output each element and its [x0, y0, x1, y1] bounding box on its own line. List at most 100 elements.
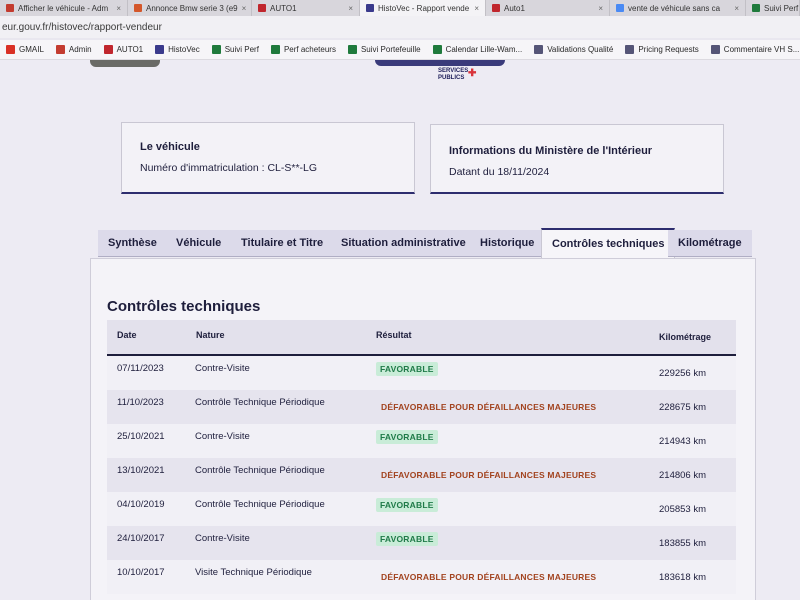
col-nature: Nature	[196, 330, 225, 340]
bookmark-icon	[211, 45, 221, 54]
bookmark-item[interactable]: Commentaire VH S...	[710, 45, 800, 54]
bookmark-item[interactable]: Validations Qualité	[534, 45, 613, 54]
favicon-icon	[258, 4, 266, 12]
favicon-icon	[134, 4, 142, 12]
address-bar[interactable]: eur.gouv.fr/histovec/rapport-vendeur	[0, 16, 800, 38]
registration-number: Numéro d'immatriculation : CL-S**-LG	[140, 162, 318, 174]
browser-tab-label: Annonce Bmw serie 3 (e9	[146, 3, 238, 13]
favicon-icon	[492, 4, 500, 12]
bookmark-item[interactable]: Admin	[55, 45, 92, 54]
bookmark-icon	[432, 45, 442, 54]
vehicle-card-title: Le véhicule	[140, 141, 200, 153]
browser-tab-label: Suivi Perf A	[764, 3, 799, 13]
bookmark-icon	[270, 45, 280, 54]
browser-tab-label: Afficher le véhicule - Adm	[18, 3, 109, 13]
browser-tab[interactable]: AUTO1 ×	[252, 0, 360, 16]
bookmark-label: AUTO1	[116, 45, 144, 54]
data-date: Datant du 18/11/2024	[449, 166, 550, 178]
browser-tab-label: vente de véhicule sans ca	[628, 3, 721, 13]
tab-titulaire-et-titre[interactable]: Titulaire et Titre	[231, 230, 334, 257]
browser-tab-label: HistoVec - Rapport vende	[378, 3, 470, 13]
status-badge: FAVORABLE	[376, 362, 438, 376]
close-icon[interactable]: ×	[116, 4, 121, 13]
browser-tab[interactable]: vente de véhicule sans ca ×	[610, 0, 746, 16]
cell-nature: Contrôle Technique Périodique	[195, 397, 325, 408]
cell-nature: Contrôle Technique Périodique	[195, 499, 325, 510]
bookmark-item[interactable]: Perf acheteurs	[270, 45, 336, 54]
bookmark-item[interactable]: HistoVec	[155, 45, 200, 54]
col-mileage: Kilométrage	[659, 332, 712, 342]
header-decoration	[90, 60, 160, 67]
cell-nature: Contre-Visite	[195, 533, 250, 544]
status-badge: DÉFAVORABLE POUR DÉFAILLANCES MAJEURES	[381, 470, 597, 480]
bookmark-icon	[55, 45, 65, 54]
browser-tab-bar: Afficher le véhicule - Adm × Annonce Bmw s…	[0, 0, 800, 16]
bookmark-label: GMAIL	[19, 45, 44, 54]
bookmark-icon	[6, 45, 15, 54]
status-badge: FAVORABLE	[376, 498, 438, 512]
col-date: Date	[117, 330, 137, 340]
bookmark-item[interactable]: GMAIL	[6, 45, 44, 54]
cell-date: 10/10/2017	[117, 567, 165, 578]
bookmark-item[interactable]: Calendar Lille-Wam...	[432, 45, 522, 54]
browser-tab-label: AUTO1	[270, 3, 297, 13]
bookmark-item[interactable]: AUTO1	[103, 45, 144, 54]
bookmark-icon	[103, 45, 113, 54]
browser-tab[interactable]: Annonce Bmw serie 3 (e9 ×	[128, 0, 252, 16]
bookmark-item[interactable]: Suivi Perf	[211, 45, 259, 54]
cell-mileage: 183855 km	[659, 538, 707, 549]
close-icon[interactable]: ×	[474, 4, 479, 13]
close-icon[interactable]: ×	[242, 4, 247, 13]
close-icon[interactable]: ×	[734, 4, 739, 13]
status-badge: DÉFAVORABLE POUR DÉFAILLANCES MAJEURES	[381, 572, 597, 582]
bookmark-label: HistoVec	[168, 45, 200, 54]
favicon-icon	[752, 4, 760, 12]
bookmark-label: Suivi Perf	[224, 45, 259, 54]
cell-mileage: 205853 km	[659, 504, 707, 515]
cell-mileage: 229256 km	[659, 368, 707, 379]
cell-date: 13/10/2021	[117, 465, 165, 476]
tab-historique[interactable]: Historique	[470, 230, 545, 257]
table-row: 04/10/2019 Contrôle Technique Périodique F…	[107, 492, 736, 526]
bookmark-icon	[347, 45, 357, 54]
browser-tab[interactable]: Suivi Perf A×	[746, 0, 800, 16]
table-header: Date Nature Résultat Kilométrage	[107, 320, 736, 356]
bookmark-icon	[534, 45, 544, 54]
bookmark-label: Pricing Requests	[638, 45, 699, 54]
bookmark-item[interactable]: Suivi Portefeuille	[347, 45, 421, 54]
table-row: 10/10/2017 Visite Technique Périodique DÉF…	[107, 560, 736, 594]
cell-nature: Contrôle Technique Périodique	[195, 465, 325, 476]
tab-kilometrage[interactable]: Kilométrage	[668, 230, 752, 257]
close-icon[interactable]: ×	[348, 4, 353, 13]
tab-situation-administrative[interactable]: Situation administrative	[331, 230, 476, 257]
tab-controles-techniques[interactable]: Contrôles techniques	[541, 228, 676, 258]
bookmark-icon	[710, 45, 720, 54]
bookmarks-bar: GMAIL Admin AUTO1 HistoVec Suivi Perf Perf ac…	[0, 40, 800, 60]
bookmark-item[interactable]: Pricing Requests	[625, 45, 699, 54]
close-icon[interactable]: ×	[598, 4, 603, 13]
favicon-icon	[366, 4, 374, 12]
ministry-card-title: Informations du Ministère de l'Intérieur	[449, 145, 653, 157]
tab-vehicule[interactable]: Véhicule	[166, 230, 232, 257]
bookmark-label: Perf acheteurs	[283, 45, 336, 54]
plus-icon: ✚	[468, 68, 477, 79]
services-publics-logo[interactable]: SERVICES PUBLICS ✚	[438, 68, 476, 82]
col-result: Résultat	[376, 330, 412, 340]
browser-tab[interactable]: Afficher le véhicule - Adm ×	[0, 0, 128, 16]
bookmark-icon	[155, 45, 165, 54]
cell-date: 07/11/2023	[117, 363, 164, 374]
tab-synthese[interactable]: Synthèse	[98, 230, 167, 257]
bookmark-label: Suivi Portefeuille	[360, 45, 421, 54]
cell-nature: Visite Technique Périodique	[195, 567, 312, 578]
browser-tab[interactable]: Auto1 ×	[486, 0, 610, 16]
bookmark-label: Validations Qualité	[547, 45, 614, 54]
cell-mileage: 183618 km	[659, 572, 707, 583]
table-row: 07/11/2023 Contre-Visite FAVORABLE 229256 k…	[107, 356, 736, 390]
ministry-info-card: Informations du Ministère de l'Intérieur…	[430, 124, 724, 194]
bookmark-label: Commentaire VH S...	[723, 45, 800, 54]
status-badge: DÉFAVORABLE POUR DÉFAILLANCES MAJEURES	[381, 402, 597, 412]
url-text[interactable]: eur.gouv.fr/histovec/rapport-vendeur	[2, 22, 162, 33]
table-row: 24/10/2017 Contre-Visite FAVORABLE 183855 k…	[107, 526, 736, 560]
status-badge: FAVORABLE	[376, 430, 438, 444]
browser-tab[interactable]: HistoVec - Rapport vende ×	[360, 0, 486, 16]
